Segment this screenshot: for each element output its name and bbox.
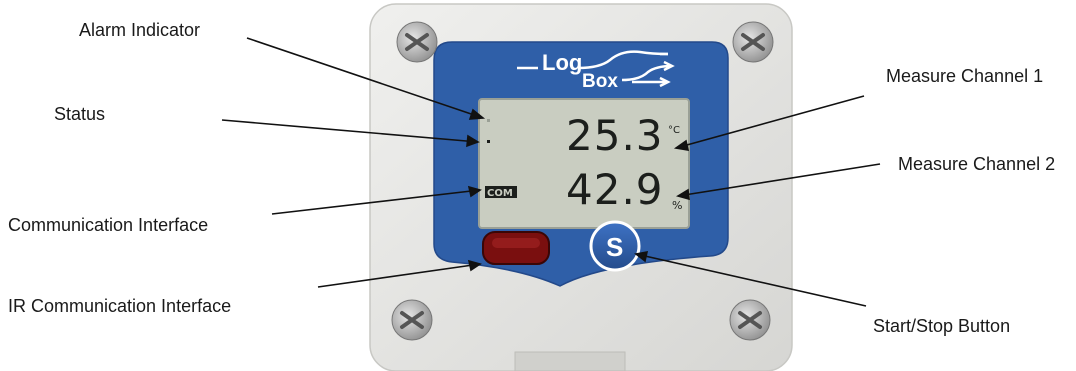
status-indicator	[487, 140, 490, 143]
screw-icon	[396, 21, 438, 63]
alarm-indicator	[487, 119, 490, 122]
logo-text-box: Box	[582, 71, 618, 92]
diagram: Log Box 25.3 °C 42.9 % COM S Alarm Indic…	[0, 0, 1076, 371]
label-communication-interface: Communication Interface	[8, 215, 209, 235]
lcd-channel2-unit: %	[672, 199, 682, 212]
lcd-channel1-value: 25.3	[566, 111, 664, 160]
cable-gland	[514, 351, 626, 371]
com-indicator: COM	[487, 188, 513, 199]
start-stop-button-label: S	[606, 232, 623, 262]
lcd-channel2-value: 42.9	[566, 165, 664, 214]
label-status: Status	[54, 104, 106, 124]
screw-icon	[391, 299, 433, 341]
label-measure-channel-1: Measure Channel 1	[886, 66, 1044, 86]
label-alarm-indicator: Alarm Indicator	[79, 20, 201, 40]
screw-icon	[729, 299, 771, 341]
label-measure-channel-2: Measure Channel 2	[898, 154, 1056, 174]
screw-icon	[732, 21, 774, 63]
logo-text-log: Log	[542, 50, 582, 75]
label-ir-communication-interface: IR Communication Interface	[8, 296, 232, 316]
label-start-stop-button: Start/Stop Button	[873, 316, 1011, 336]
lcd-channel1-unit: °C	[668, 125, 680, 136]
